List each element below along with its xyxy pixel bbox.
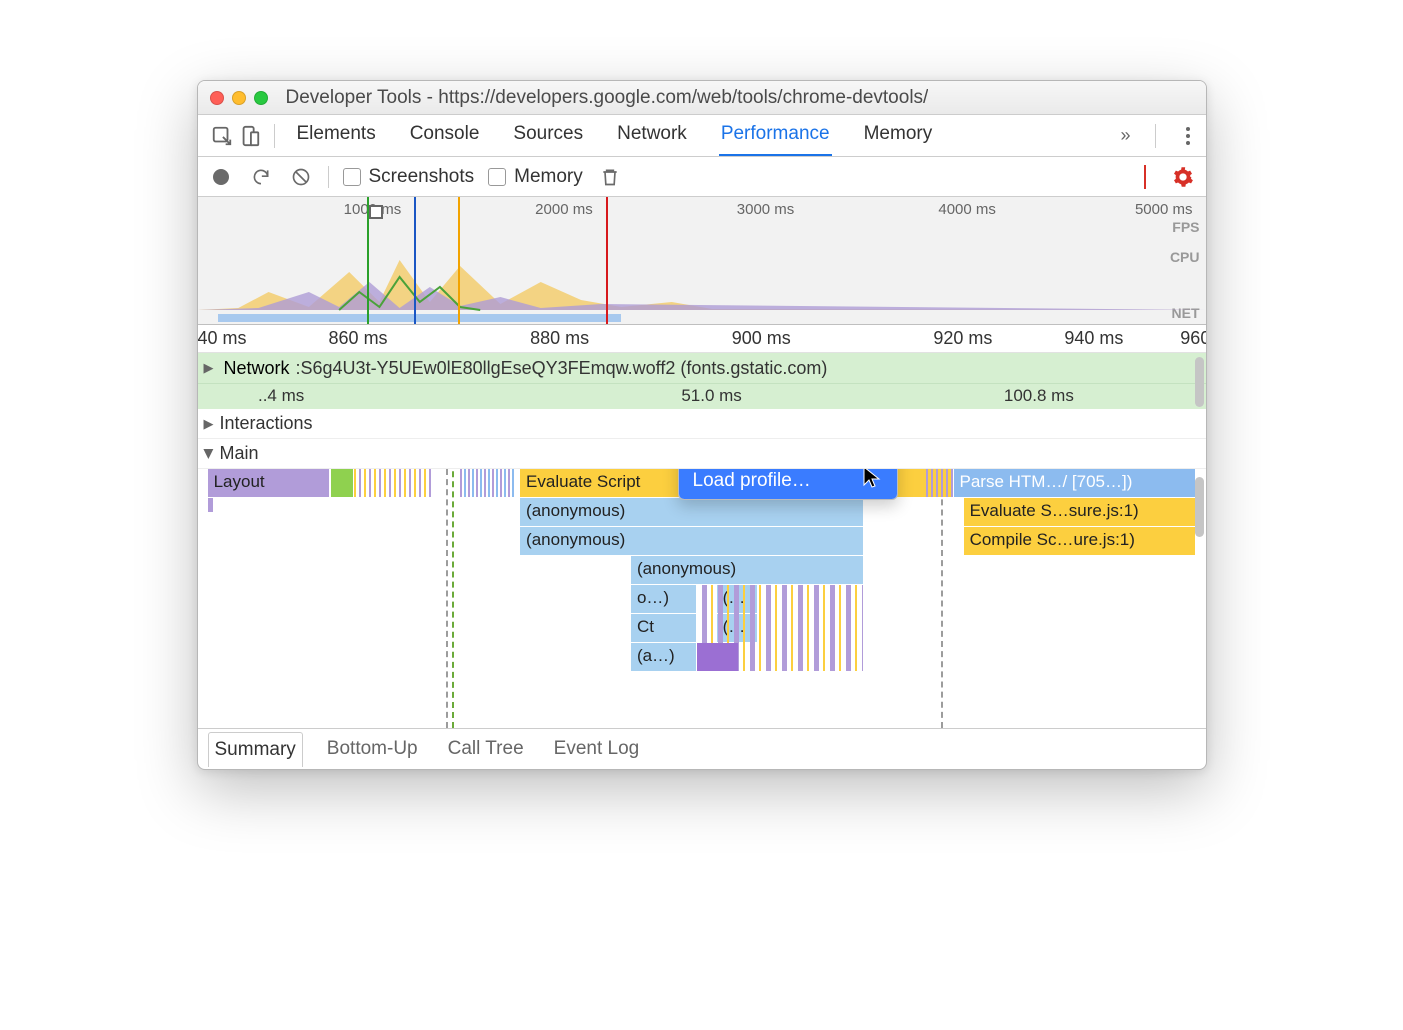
flame-segment[interactable]: (anonymous)	[520, 527, 863, 555]
flame-row-3: (anonymous)	[198, 556, 1206, 584]
flame-stripes	[697, 643, 737, 671]
frame-time-2: 100.8 ms	[1004, 386, 1074, 406]
frame-time-1: 51.0 ms	[681, 386, 741, 406]
zoom-window-button[interactable]	[254, 91, 268, 105]
ruler-tick: 900 ms	[732, 328, 791, 349]
devtools-window: Developer Tools - https://developers.goo…	[197, 80, 1207, 770]
scrollbar-thumb[interactable]	[1195, 357, 1204, 407]
overview-selection-handle[interactable]	[369, 205, 383, 219]
devtools-tabbar: Elements Console Sources Network Performance…	[198, 115, 1206, 157]
tab-elements[interactable]: Elements	[295, 117, 378, 155]
details-tab-summary[interactable]: Summary	[208, 732, 303, 767]
performance-toolbar: Screenshots Memory	[198, 157, 1206, 197]
close-window-button[interactable]	[210, 91, 224, 105]
flame-segment[interactable]: Ct	[631, 614, 697, 642]
details-tabbar: Summary Bottom-Up Call Tree Event Log	[198, 729, 1206, 769]
interactions-label: Interactions	[220, 413, 313, 434]
tab-performance[interactable]: Performance	[719, 117, 832, 156]
inspect-element-icon[interactable]	[208, 122, 236, 150]
network-track-label: Network	[224, 358, 290, 379]
details-tab-bottom-up[interactable]: Bottom-Up	[321, 732, 424, 766]
ruler-tick: 880 ms	[530, 328, 589, 349]
window-title: Developer Tools - https://developers.goo…	[286, 87, 929, 109]
frames-track[interactable]: ..4 ms 51.0 ms 100.8 ms	[198, 383, 1206, 409]
details-tab-call-tree[interactable]: Call Tree	[442, 732, 530, 766]
window-controls	[210, 91, 268, 105]
collapse-icon[interactable]: ▶	[201, 449, 217, 459]
ruler-tick: 860 ms	[329, 328, 388, 349]
flame-chart[interactable]: LayoutEvaluate ScriptParse HTM…/ [705…])…	[198, 469, 1206, 729]
overview-marker	[606, 197, 608, 324]
kebab-menu-icon[interactable]	[1180, 121, 1196, 151]
overview-tick: 5000 ms	[1135, 201, 1193, 218]
overview-marker	[414, 197, 416, 324]
expand-icon[interactable]: ▶	[204, 416, 214, 432]
timeline-overview[interactable]: 1000 ms2000 ms3000 ms4000 ms5000 ms FPS …	[198, 197, 1206, 325]
warning-divider	[1144, 165, 1146, 189]
flame-segment[interactable]: Parse HTM…/ [705…])	[954, 469, 1196, 497]
context-menu-load-profile[interactable]: Load profile…	[679, 469, 897, 499]
clear-button[interactable]	[288, 164, 314, 190]
flame-segment[interactable]: Layout	[208, 469, 329, 497]
ruler-tick: 920 ms	[933, 328, 992, 349]
capture-settings-icon[interactable]	[1170, 164, 1196, 190]
minimize-window-button[interactable]	[232, 91, 246, 105]
flame-row-2: (anonymous) Compile Sc…ure.js:1)	[198, 527, 1206, 555]
memory-checkbox[interactable]: Memory	[488, 166, 583, 188]
record-button[interactable]	[208, 164, 234, 190]
interactions-track[interactable]: ▶ Interactions	[198, 409, 1206, 439]
tab-memory[interactable]: Memory	[862, 117, 935, 155]
flame-segment[interactable]	[331, 469, 353, 497]
scrollbar-thumb[interactable]	[1195, 477, 1204, 537]
overview-cpu-graph	[198, 252, 1206, 312]
fps-lane-label: FPS	[1172, 219, 1199, 235]
flame-row-1: (anonymous) Evaluate S…sure.js:1)	[198, 498, 1206, 526]
tab-network[interactable]: Network	[615, 117, 689, 155]
panel-tabs: Elements Console Sources Network Performance…	[295, 117, 1121, 155]
overview-marker	[458, 197, 460, 324]
ruler-tick: 960	[1180, 328, 1206, 349]
flame-sliver	[208, 498, 213, 512]
screenshots-checkbox[interactable]: Screenshots	[343, 166, 475, 188]
network-track[interactable]: ▶ Network :S6g4U3t-Y5UEw0lE80llgEseQY3FE…	[198, 353, 1206, 383]
network-request-text: :S6g4U3t-Y5UEw0lE80llgEseQY3FEmqw.woff2 …	[296, 358, 828, 379]
timeline-ruler[interactable]: 40 ms 860 ms 880 ms 900 ms 920 ms 940 ms 960	[198, 325, 1206, 353]
context-menu: Save profile… Load profile…	[678, 469, 898, 500]
titlebar: Developer Tools - https://developers.goo…	[198, 81, 1206, 115]
tab-console[interactable]: Console	[408, 117, 482, 155]
frame-time-0: ..4 ms	[258, 386, 304, 406]
flame-segment[interactable]: (anonymous)	[520, 498, 863, 526]
main-label: Main	[220, 443, 259, 464]
flame-segment[interactable]: (a…)	[631, 643, 697, 671]
overflow-icon[interactable]: »	[1120, 125, 1130, 146]
flame-segment[interactable]: (anonymous)	[631, 556, 863, 584]
tab-sources[interactable]: Sources	[511, 117, 585, 155]
garbage-collect-button[interactable]	[597, 164, 623, 190]
flame-segment[interactable]: Compile Sc…ure.js:1)	[964, 527, 1196, 555]
reload-record-button[interactable]	[248, 164, 274, 190]
overview-tick: 2000 ms	[535, 201, 593, 218]
details-tab-event-log[interactable]: Event Log	[548, 732, 646, 766]
flame-segment[interactable]: Evaluate S…sure.js:1)	[964, 498, 1196, 526]
ruler-tick: 940 ms	[1064, 328, 1123, 349]
overview-tick: 4000 ms	[938, 201, 996, 218]
expand-icon[interactable]: ▶	[204, 360, 214, 376]
overview-net-bar	[198, 312, 1206, 324]
screenshots-label: Screenshots	[369, 166, 475, 188]
main-track-header[interactable]: ▶ Main	[198, 439, 1206, 469]
overview-tick: 3000 ms	[737, 201, 795, 218]
flame-segment[interactable]: o…)	[631, 585, 697, 613]
device-toggle-icon[interactable]	[236, 122, 264, 150]
memory-label: Memory	[514, 166, 583, 188]
performance-panel: 1000 ms2000 ms3000 ms4000 ms5000 ms FPS …	[198, 197, 1206, 729]
ruler-tick: 40 ms	[198, 328, 247, 349]
